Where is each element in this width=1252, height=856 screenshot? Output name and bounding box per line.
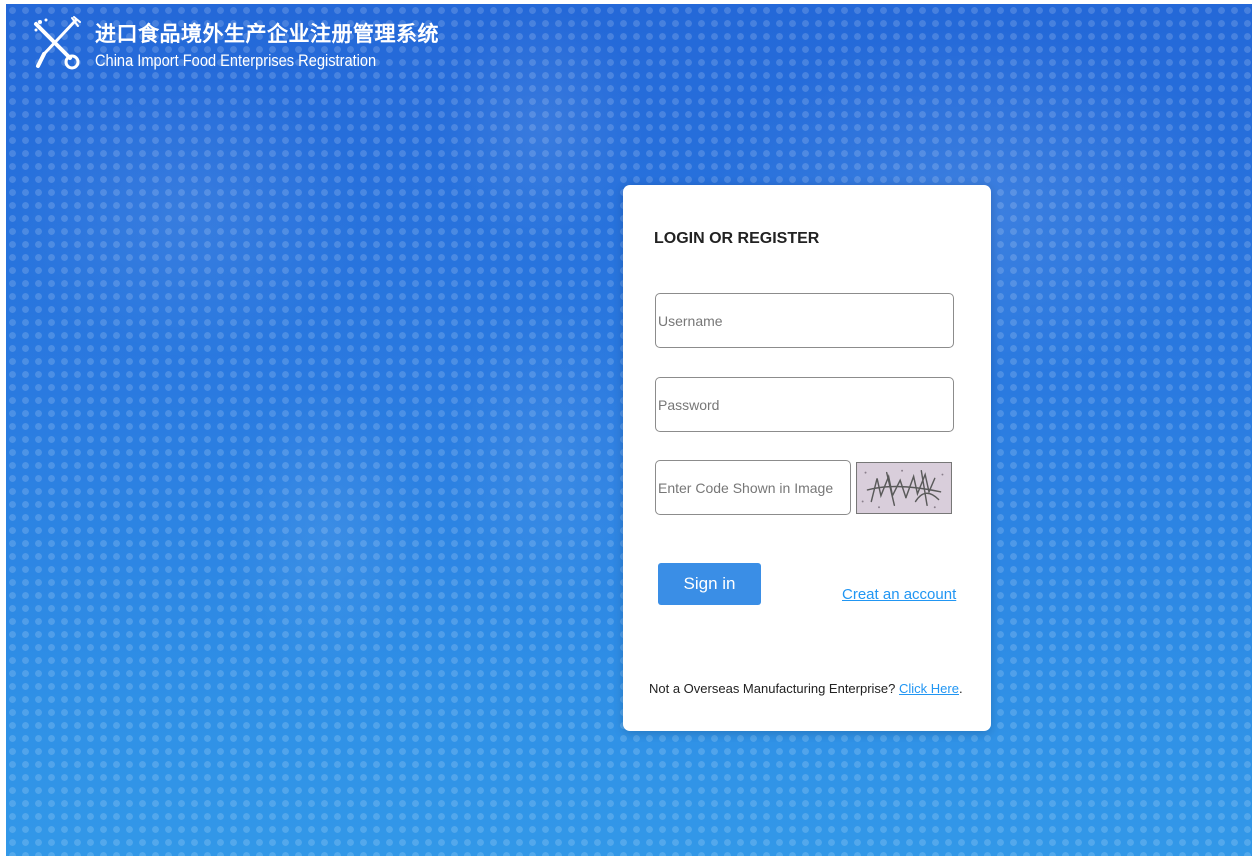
map-continent-south-america <box>226 384 426 684</box>
password-input[interactable] <box>655 377 954 432</box>
username-input[interactable] <box>655 293 954 348</box>
footer-text: Not a Overseas Manufacturing Enterprise? <box>649 681 900 696</box>
login-card: LOGIN OR REGISTER Sign in Creat an accou… <box>623 185 991 731</box>
knife-fork-logo-icon <box>34 16 81 70</box>
footer-period: . <box>958 681 963 696</box>
login-heading: LOGIN OR REGISTER <box>654 230 820 247</box>
create-account-link[interactable]: Creat an account <box>842 586 956 603</box>
non-manufacturer-note: Not a Overseas Manufacturing Enterprise?… <box>649 681 963 696</box>
map-continent-europe <box>436 4 646 254</box>
click-here-link[interactable]: Click Here <box>899 681 959 696</box>
site-title-chinese: 进口食品境外生产企业注册管理系统 <box>95 23 439 46</box>
sign-in-button[interactable]: Sign in <box>658 563 761 605</box>
map-continent-america <box>6 64 366 364</box>
captcha-code-input[interactable] <box>655 460 851 515</box>
captcha-image[interactable] <box>856 462 952 514</box>
site-title-english: China Import Food Enterprises Registrati… <box>95 51 377 70</box>
